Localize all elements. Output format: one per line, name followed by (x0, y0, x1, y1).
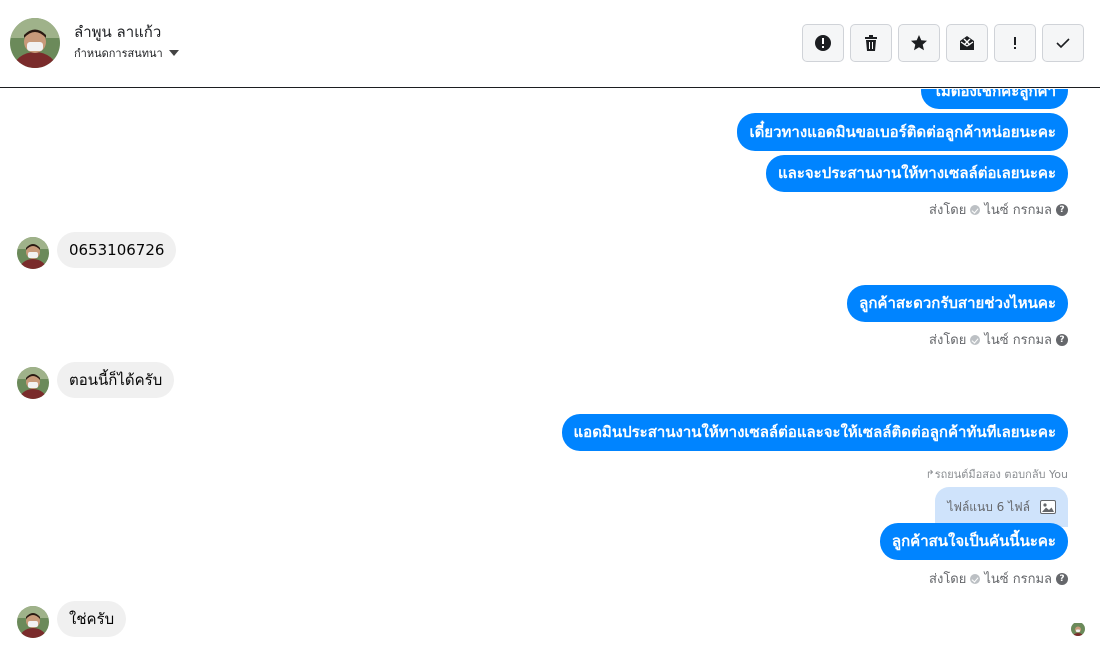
outgoing-message[interactable]: ลูกค้าสนใจเป็นคันนี้นะคะ (879, 523, 1068, 560)
contact-name: ลำพูน ลาแก้ว (74, 23, 162, 41)
sender-name: ไนซ์ กรกมล (984, 203, 1052, 218)
help-icon[interactable]: ? (1056, 333, 1068, 346)
delete-button[interactable] (850, 24, 892, 62)
outgoing-message[interactable]: และจะประสานงานให้ทางเซลล์ต่อเลยนะคะ (765, 155, 1068, 192)
incoming-message[interactable]: 0653106726 (57, 232, 177, 268)
star-icon (911, 35, 927, 51)
attachment-preview[interactable]: ไฟล์แนบ 6 ไฟล์ (935, 487, 1068, 527)
contact-avatar[interactable] (10, 18, 60, 68)
sent-by-text: ส่งโดย (929, 203, 967, 218)
outgoing-message[interactable]: ลูกค้าสะดวกรับสายช่วงไหนคะ (847, 285, 1068, 322)
conversation-toolbar (802, 24, 1084, 62)
envelope-x-icon (960, 36, 974, 50)
spam-button[interactable] (802, 24, 844, 62)
contact-avatar-small[interactable] (17, 237, 49, 269)
sent-by-label: ส่งโดย ไนซ์ กรกมล ? (929, 568, 1068, 589)
outgoing-message[interactable]: ไม่ต้องเช็กค่ะลูกค้า (921, 89, 1068, 109)
sent-by-label: ส่งโดย ไนซ์ กรกมล ? (929, 199, 1068, 220)
reply-note: ↱รถยนต์มือสอง ตอบกลับ You (925, 468, 1068, 481)
contact-avatar-small[interactable] (17, 367, 49, 399)
important-button[interactable] (994, 24, 1036, 62)
done-button[interactable] (1042, 24, 1084, 62)
outgoing-message[interactable]: แอดมินประสานงานให้ทางเซลล์ต่อและจะให้เซล… (561, 414, 1068, 451)
verified-icon (970, 204, 981, 215)
attachment-label: ไฟล์แนบ 6 ไฟล์ (947, 500, 1030, 514)
conversation-header: ลำพูน ลาแก้ว กำหนดการสนทนา (0, 0, 1100, 88)
trash-icon (865, 35, 877, 51)
sent-by-text: ส่งโดย (929, 333, 967, 348)
incoming-message[interactable]: ใช่ครับ (57, 601, 127, 637)
verified-icon (970, 334, 981, 345)
seen-indicator-avatar (1071, 622, 1085, 636)
message-thread[interactable]: ไม่ต้องเช็กค่ะลูกค้า เดี๋ยวทางแอดมินขอเบ… (0, 89, 1100, 663)
contact-avatar-small[interactable] (17, 606, 49, 638)
image-icon (1040, 500, 1056, 514)
outgoing-message[interactable]: เดี๋ยวทางแอดมินขอเบอร์ติดต่อลูกค้าหน่อยน… (737, 113, 1068, 151)
sent-by-label: ส่งโดย ไนซ์ กรกมล ? (929, 329, 1068, 350)
verified-icon (970, 573, 981, 584)
check-icon (1056, 38, 1070, 49)
mark-unread-button[interactable] (946, 24, 988, 62)
help-icon[interactable]: ? (1056, 203, 1068, 216)
assign-label: กำหนดการสนทนา (74, 47, 163, 60)
caret-down-icon (168, 50, 179, 56)
sender-name: ไนซ์ กรกมล (984, 572, 1052, 587)
star-button[interactable] (898, 24, 940, 62)
sent-by-text: ส่งโดย (929, 572, 967, 587)
help-icon[interactable]: ? (1056, 572, 1068, 585)
incoming-message[interactable]: ตอนนี้ก็ได้ครับ (57, 362, 175, 398)
assign-conversation-dropdown[interactable]: กำหนดการสนทนา (74, 44, 179, 62)
sender-name: ไนซ์ กรกมล (984, 333, 1052, 348)
alert-circle-icon (815, 35, 831, 51)
exclamation-icon (1014, 37, 1016, 49)
